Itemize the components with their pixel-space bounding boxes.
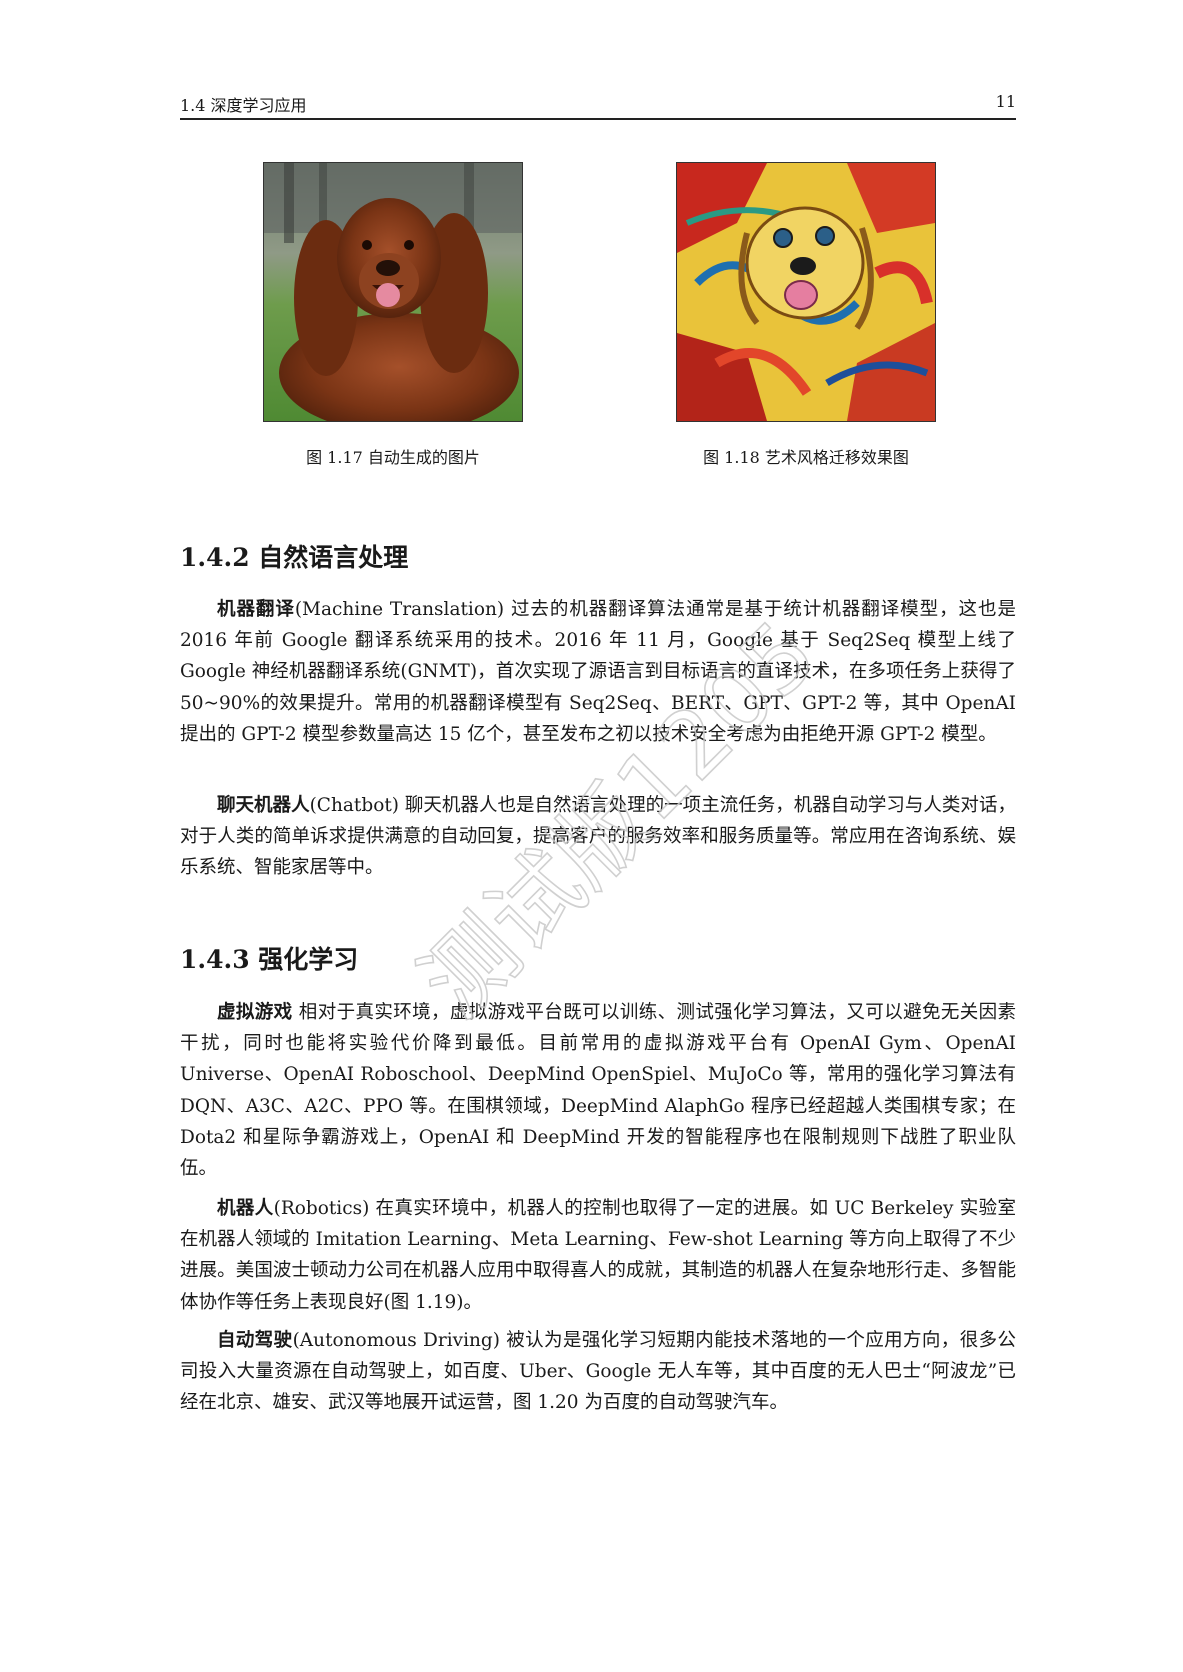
paragraph-term: 自动驾驶	[217, 1330, 293, 1351]
paragraph-machine-translation: 机器翻译(Machine Translation) 过去的机器翻译算法通常是基于…	[180, 594, 1016, 750]
paragraph-term: 虚拟游戏	[217, 1002, 293, 1023]
section-heading: 1.4.3 强化学习	[180, 945, 359, 974]
paragraph-chatbot: 聊天机器人(Chatbot) 聊天机器人也是自然语言处理的一项主流任务，机器自动…	[180, 790, 1016, 884]
figure-style-transfer-image	[676, 162, 936, 422]
paragraph-text: (Robotics) 在真实环境中，机器人的控制也取得了一定的进展。如 UC B…	[180, 1198, 1016, 1313]
dog-photo-image	[264, 163, 522, 421]
paragraph-text: (Autonomous Driving) 被认为是强化学习短期内能技术落地的一个…	[180, 1330, 1016, 1414]
figure-caption: 图 1.18 艺术风格迁移效果图	[703, 448, 909, 467]
paragraph-term: 聊天机器人	[217, 795, 310, 816]
paragraph-term: 机器翻译	[217, 599, 295, 620]
page-header: 1.4 深度学习应用 11	[180, 88, 1016, 120]
running-section-title: 1.4 深度学习应用	[180, 96, 307, 115]
paragraph-autonomous-driving: 自动驾驶(Autonomous Driving) 被认为是强化学习短期内能技术落…	[180, 1325, 1016, 1419]
style-transfer-image	[677, 163, 935, 421]
figure-generated-dog-photo	[263, 162, 523, 422]
page-number: 11	[995, 92, 1016, 111]
paragraph-term: 机器人	[217, 1198, 274, 1219]
paragraph-text: (Machine Translation) 过去的机器翻译算法通常是基于统计机器…	[180, 599, 1016, 745]
section-heading: 1.4.2 自然语言处理	[180, 543, 409, 572]
paragraph-virtual-games: 虚拟游戏 相对于真实环境，虚拟游戏平台既可以训练、测试强化学习算法，又可以避免无…	[180, 997, 1016, 1184]
paragraph-text: 相对于真实环境，虚拟游戏平台既可以训练、测试强化学习算法，又可以避免无关因素干扰…	[180, 1002, 1016, 1180]
figure-caption: 图 1.17 自动生成的图片	[306, 448, 480, 467]
paragraph-robotics: 机器人(Robotics) 在真实环境中，机器人的控制也取得了一定的进展。如 U…	[180, 1193, 1016, 1318]
